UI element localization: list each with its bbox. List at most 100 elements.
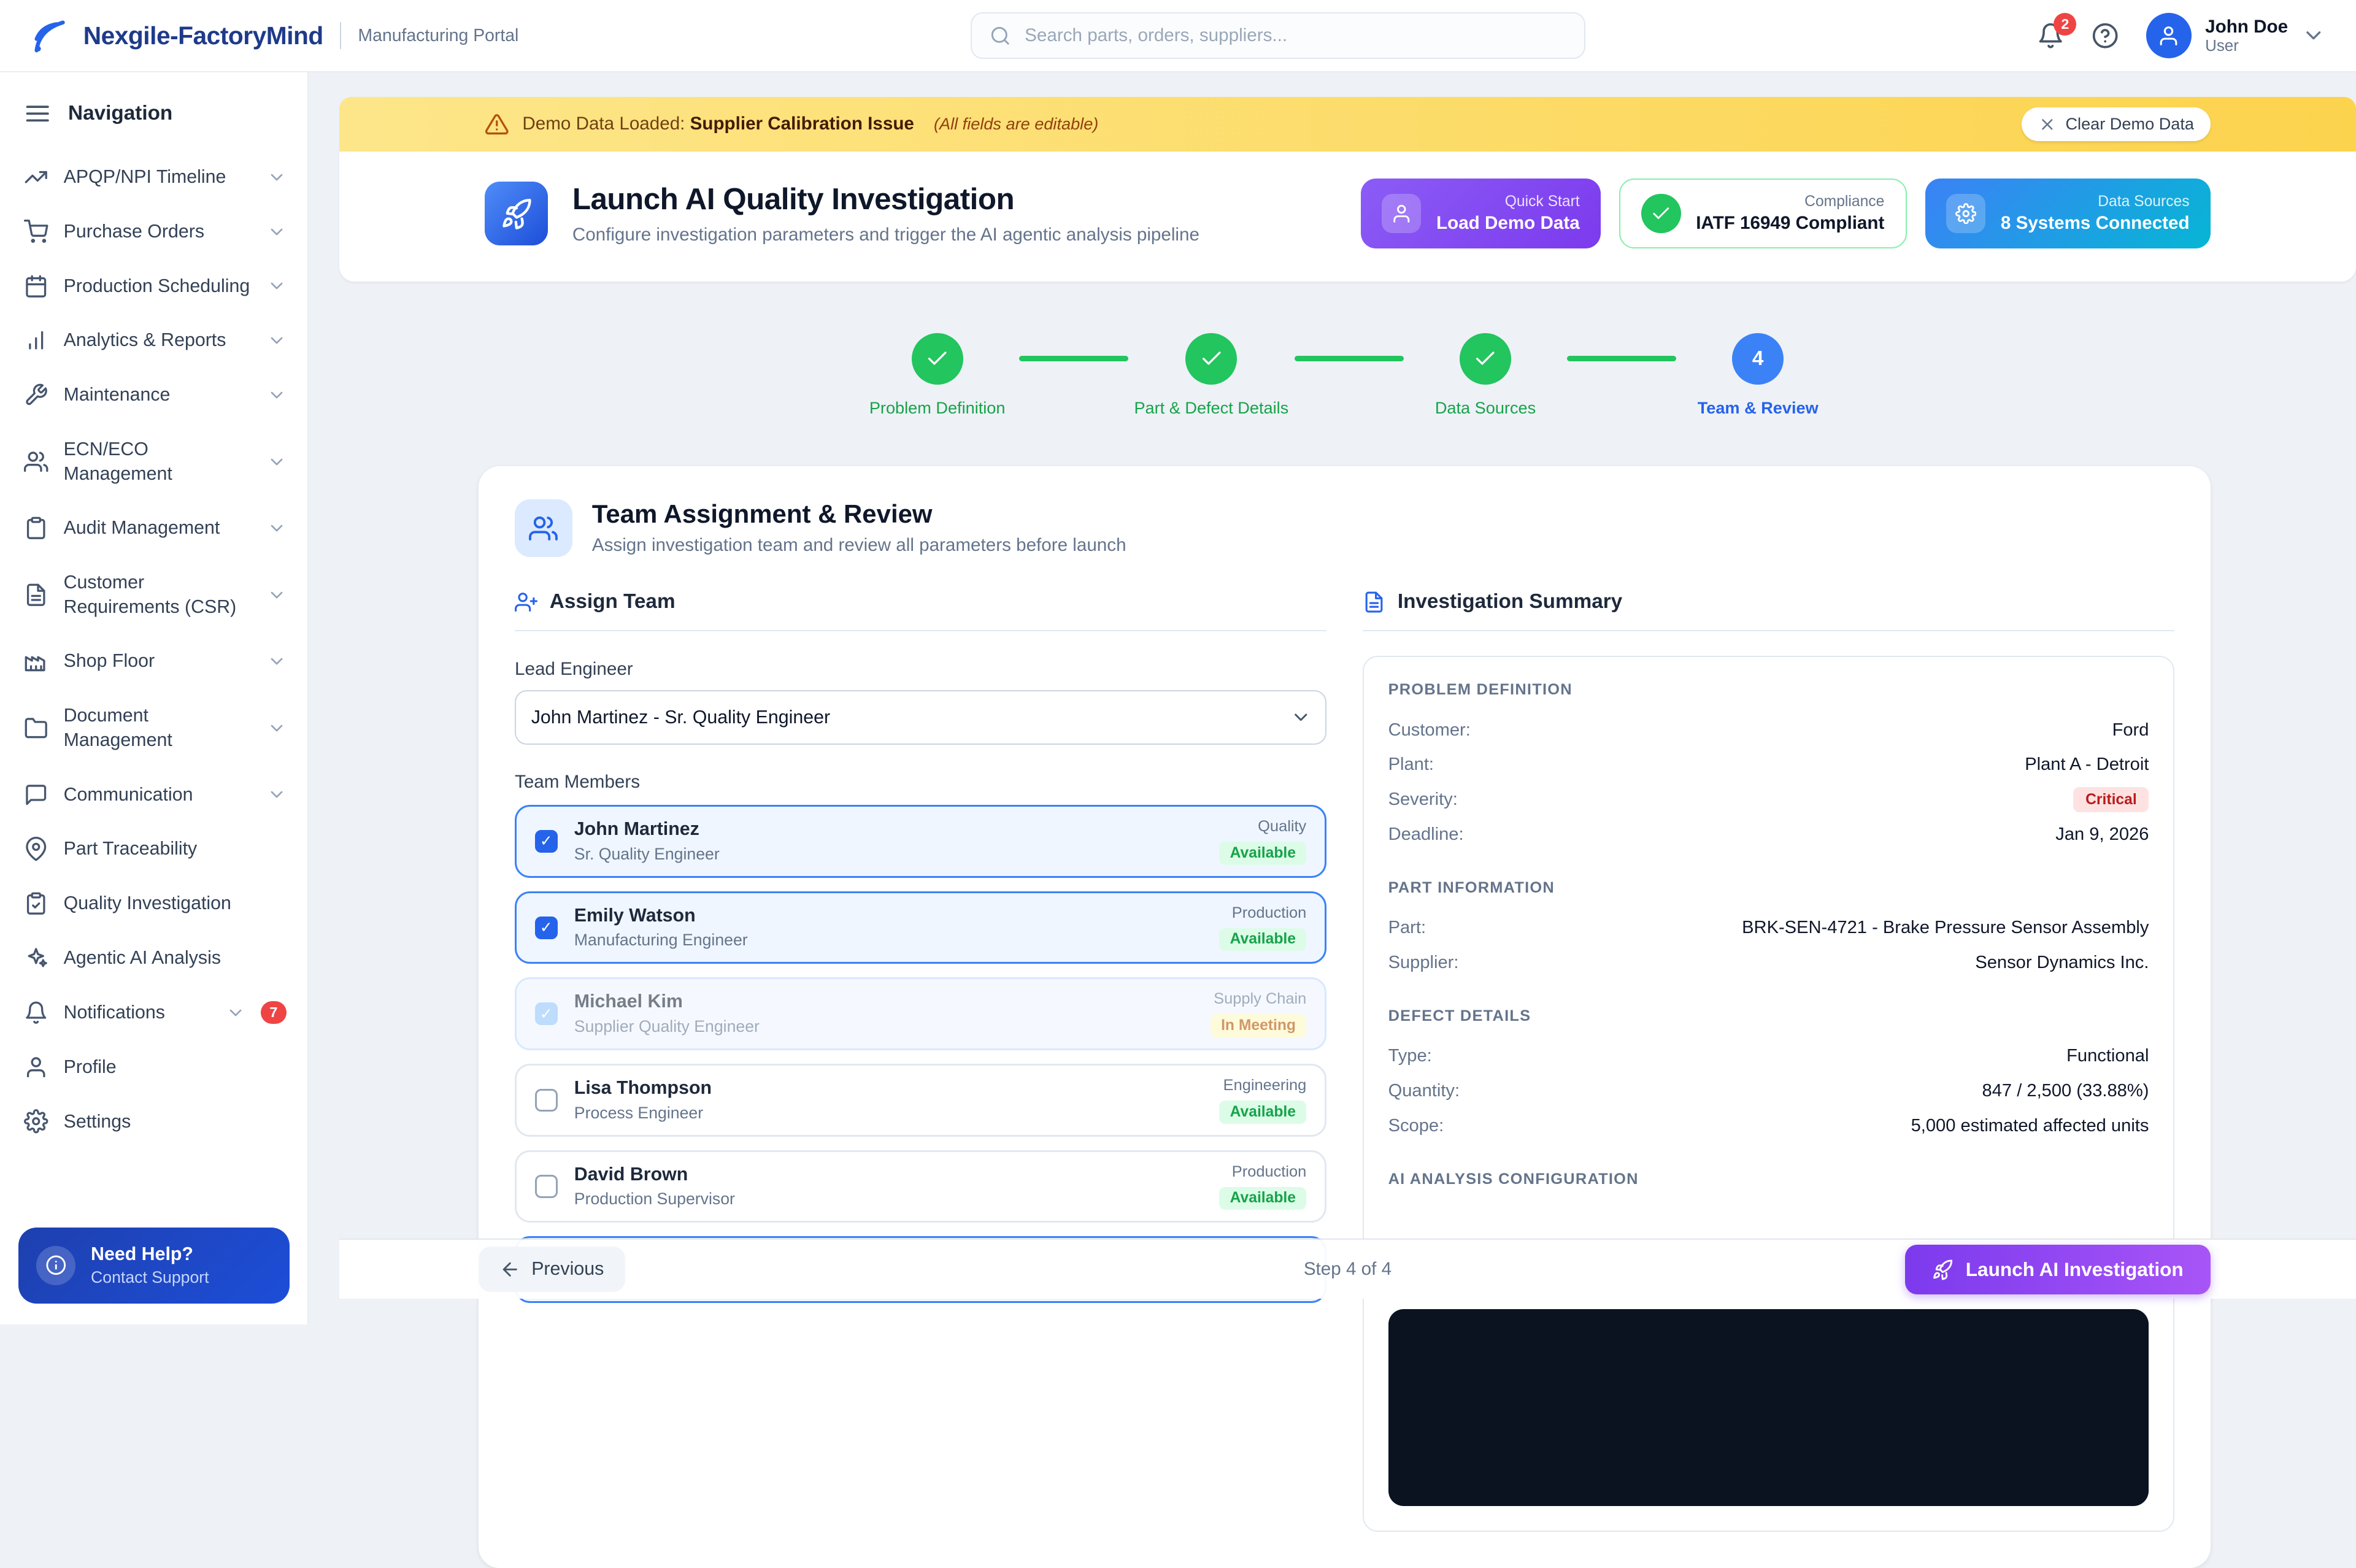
step-circle[interactable] <box>912 333 963 385</box>
chevron-down-icon <box>267 167 287 187</box>
help-circle-icon <box>2092 22 2119 49</box>
sidebar-item[interactable]: Production Scheduling <box>0 259 307 313</box>
summary-row: Plant: Plant A - Detroit <box>1388 747 2149 782</box>
launch-ai-investigation-button[interactable]: Launch AI Investigation <box>1905 1245 2211 1294</box>
sidebar-item[interactable]: Profile <box>0 1040 307 1094</box>
previous-button[interactable]: Previous <box>479 1247 625 1292</box>
sidebar-item[interactable]: Document Management <box>0 689 307 767</box>
step-circle[interactable] <box>1460 333 1511 385</box>
member-status-badge: In Meeting <box>1211 1014 1306 1037</box>
file-text-icon <box>24 583 48 607</box>
sidebar-item-badge: 7 <box>261 1001 287 1024</box>
help-button[interactable] <box>2092 22 2119 49</box>
divider <box>340 22 341 49</box>
summary-row: Severity: Critical <box>1388 782 2149 817</box>
team-members-list: John Martinez Sr. Quality Engineer Quali… <box>515 805 1326 1223</box>
sidebar-item-label: Profile <box>64 1055 287 1079</box>
member-department: Supply Chain <box>1211 990 1306 1008</box>
summary-row-value: Plant A - Detroit <box>1452 755 2149 775</box>
member-checkbox[interactable] <box>535 1089 558 1112</box>
user-name: John Doe <box>2205 17 2288 37</box>
summary-row-label: Quantity: <box>1388 1081 1460 1101</box>
team-member-card[interactable]: Emily Watson Manufacturing Engineer Prod… <box>515 891 1326 964</box>
panel-subtitle: Assign investigation team and review all… <box>592 535 1126 556</box>
member-role: Supplier Quality Engineer <box>574 1017 760 1036</box>
demo-data-banner: Demo Data Loaded: Supplier Calibration I… <box>339 97 2356 152</box>
user-menu[interactable]: John Doe User <box>2146 13 2326 58</box>
load-demo-data-badge[interactable]: Quick Start Load Demo Data <box>1361 179 1601 248</box>
team-member-card[interactable]: John Martinez Sr. Quality Engineer Quali… <box>515 805 1326 877</box>
summary-section: AI ANALYSIS CONFIGURATION <box>1388 1170 2149 1188</box>
search-input[interactable] <box>1025 25 1566 46</box>
map-pin-icon <box>24 837 48 861</box>
step-circle[interactable] <box>1185 333 1237 385</box>
sidebar-item[interactable]: ECN/ECO Management <box>0 422 307 501</box>
summary-row-value: Jan 9, 2026 <box>1482 824 2149 845</box>
sidebar-item[interactable]: Notifications 7 <box>0 985 307 1040</box>
member-checkbox[interactable] <box>535 830 558 853</box>
summary-doc-icon <box>1363 591 1385 613</box>
chevron-down-icon <box>267 452 287 472</box>
stepper-step[interactable]: Part & Defect Details <box>1134 333 1288 418</box>
demo-banner-text: Demo Data Loaded: Supplier Calibration I… <box>522 113 914 134</box>
summary-row-value: Functional <box>1450 1046 2149 1066</box>
sidebar: Navigation APQP/NPI Timeline Purchase Or… <box>0 72 309 1324</box>
member-checkbox[interactable] <box>535 1002 558 1025</box>
stepper-step[interactable]: Data Sources <box>1410 333 1561 418</box>
chevron-down-icon <box>267 276 287 296</box>
step-connector <box>1019 356 1128 361</box>
clipboard-check-icon <box>24 891 48 915</box>
chevron-down-icon <box>267 718 287 738</box>
member-checkbox[interactable] <box>535 1175 558 1197</box>
sidebar-item[interactable]: Analytics & Reports <box>0 313 307 368</box>
team-member-card[interactable]: Michael Kim Supplier Quality Engineer Su… <box>515 977 1326 1050</box>
chevron-down-icon <box>267 585 287 605</box>
member-checkbox[interactable] <box>535 917 558 939</box>
sidebar-item[interactable]: Agentic AI Analysis <box>0 931 307 985</box>
sidebar-item[interactable]: Audit Management <box>0 501 307 556</box>
sidebar-item[interactable]: Shop Floor <box>0 634 307 689</box>
user-avatar <box>2146 13 2192 58</box>
hamburger-menu-icon[interactable] <box>24 100 51 127</box>
data-sources-badge: Data Sources 8 Systems Connected <box>1925 179 2211 248</box>
notifications-bell-button[interactable]: 2 <box>2037 22 2064 49</box>
step-connector <box>1295 356 1404 361</box>
sidebar-item[interactable]: Customer Requirements (CSR) <box>0 556 307 634</box>
summary-row: Scope: 5,000 estimated affected units <box>1388 1109 2149 1143</box>
sidebar-item[interactable]: Part Traceability <box>0 822 307 877</box>
user-icon <box>2157 25 2180 47</box>
sidebar-item-label: Quality Investigation <box>64 891 287 915</box>
summary-row-value: Ford <box>1488 720 2149 740</box>
summary-row: Part: BRK-SEN-4721 - Brake Pressure Sens… <box>1388 910 2149 945</box>
summary-row-label: Scope: <box>1388 1116 1444 1136</box>
global-search[interactable] <box>971 12 1585 60</box>
help-card[interactable]: Need Help? Contact Support <box>18 1228 290 1304</box>
member-department: Production <box>1219 904 1306 922</box>
user-plus-icon <box>515 591 537 613</box>
member-name: Michael Kim <box>574 991 760 1012</box>
sparkles-icon <box>24 946 48 970</box>
summary-section: PROBLEM DEFINITION Customer: Ford Plant:… <box>1388 681 2149 851</box>
stepper-step[interactable]: 4 Team & Review <box>1682 333 1834 418</box>
team-member-card[interactable]: Lisa Thompson Process Engineer Engineeri… <box>515 1064 1326 1136</box>
summary-row: Customer: Ford <box>1388 713 2149 748</box>
sidebar-item[interactable]: Communication <box>0 767 307 822</box>
trending-up-icon <box>24 165 48 189</box>
member-name: Lisa Thompson <box>574 1078 712 1099</box>
summary-section-title: DEFECT DETAILS <box>1388 1007 2149 1025</box>
summary-row: Quantity: 847 / 2,500 (33.88%) <box>1388 1074 2149 1109</box>
investigation-summary-heading: Investigation Summary <box>1363 590 2174 631</box>
clear-demo-data-button[interactable]: Clear Demo Data <box>2022 107 2211 140</box>
page-hero: Launch AI Quality Investigation Configur… <box>339 152 2356 282</box>
summary-row-label: Customer: <box>1388 720 1471 740</box>
sidebar-item[interactable]: Quality Investigation <box>0 877 307 931</box>
stepper-step[interactable]: Problem Definition <box>861 333 1013 418</box>
wrench-icon <box>24 383 48 407</box>
sidebar-item[interactable]: Settings <box>0 1094 307 1149</box>
step-circle[interactable]: 4 <box>1732 333 1784 385</box>
sidebar-item[interactable]: APQP/NPI Timeline <box>0 150 307 204</box>
sidebar-item[interactable]: Purchase Orders <box>0 204 307 259</box>
sidebar-item[interactable]: Maintenance <box>0 368 307 423</box>
team-member-card[interactable]: David Brown Production Supervisor Produc… <box>515 1150 1326 1223</box>
lead-engineer-select[interactable]: John Martinez - Sr. Quality Engineer <box>515 690 1326 745</box>
